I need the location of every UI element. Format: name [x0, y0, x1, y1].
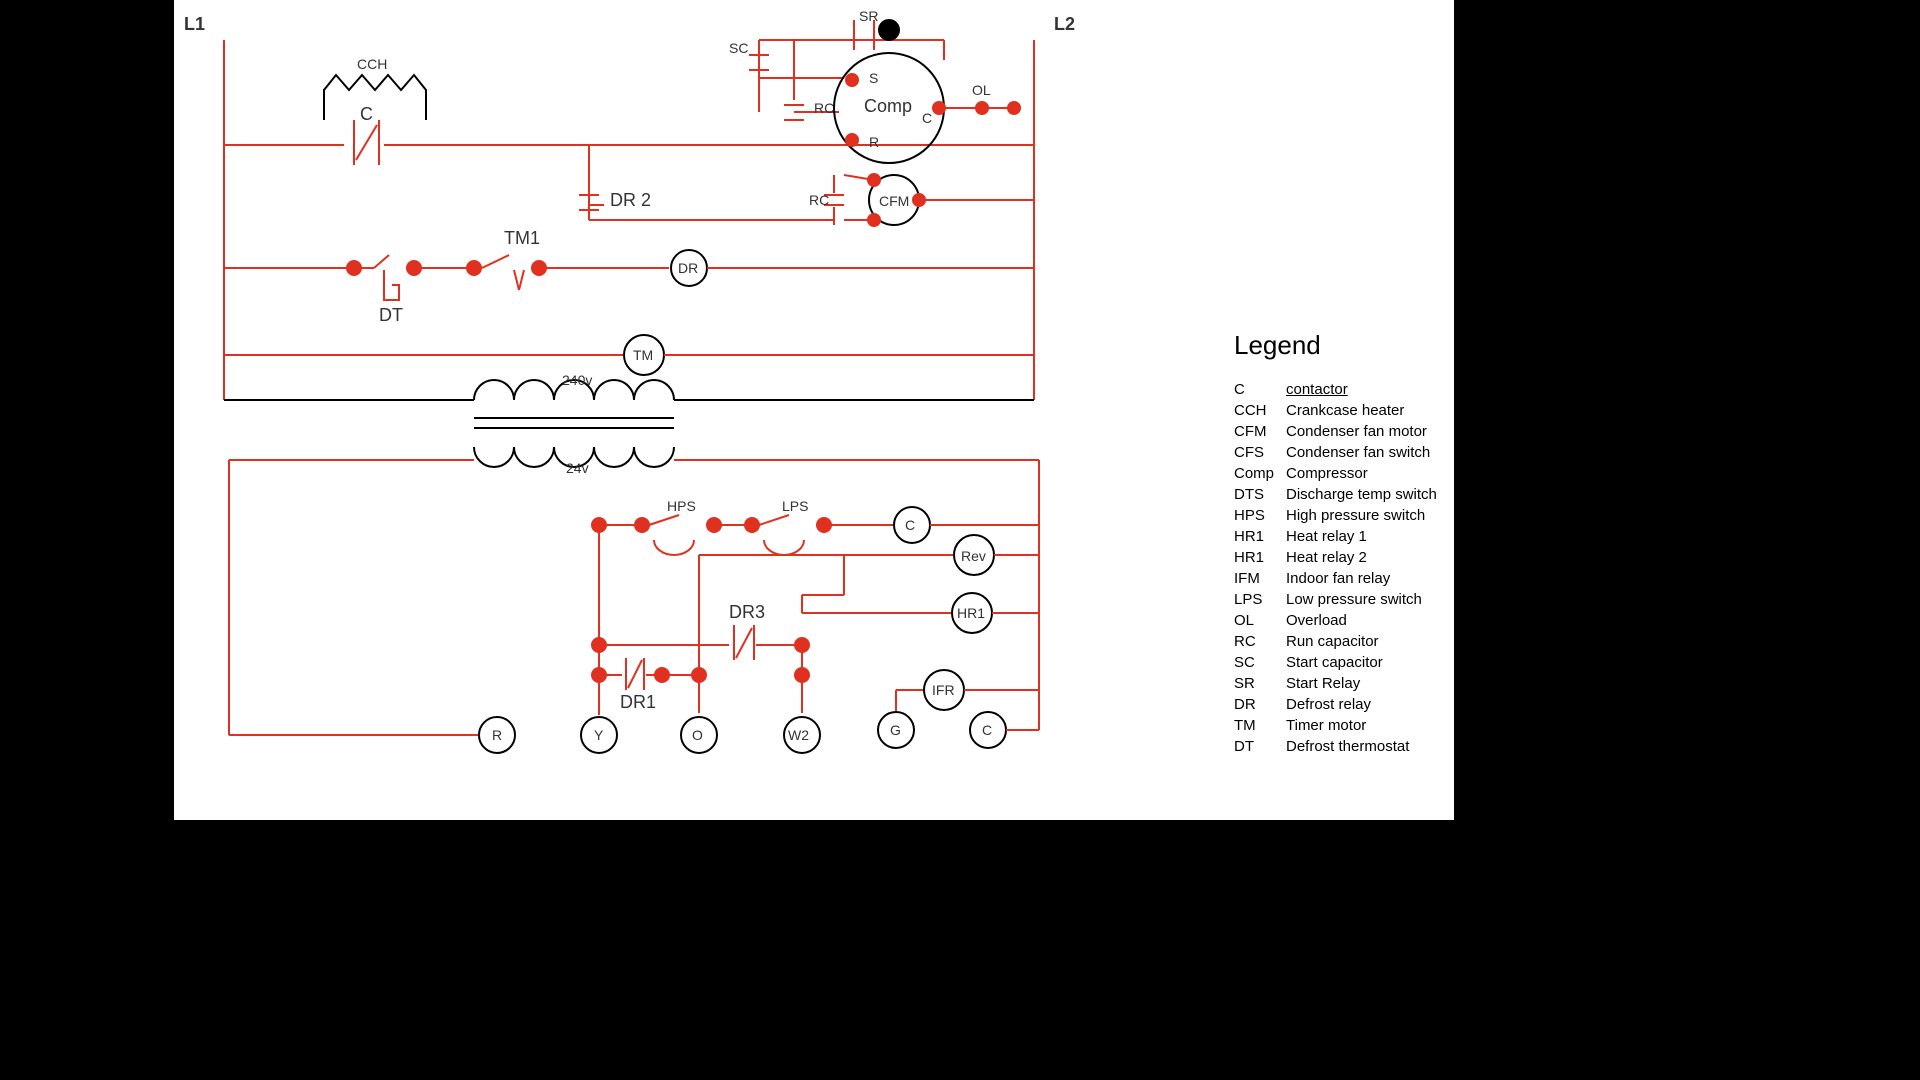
- legend-row: CFSCondenser fan switch: [1234, 444, 1444, 461]
- label-ifr: IFR: [932, 682, 955, 698]
- legend-row: Ccontactor: [1234, 381, 1444, 398]
- legend-row: DTSDischarge temp switch: [1234, 486, 1444, 503]
- legend-row: SCStart capacitor: [1234, 654, 1444, 671]
- legend-row: RCRun capacitor: [1234, 633, 1444, 650]
- label-hps: HPS: [667, 498, 696, 514]
- legend-row: CompCompressor: [1234, 465, 1444, 482]
- legend-row: DRDefrost relay: [1234, 696, 1444, 713]
- label-tm-coil: TM: [633, 347, 653, 363]
- label-comp-c: C: [922, 110, 932, 126]
- label-comp: Comp: [864, 96, 912, 117]
- label-c-contact: C: [360, 104, 373, 125]
- label-sr: SR: [859, 8, 878, 24]
- legend-row: IFMIndoor fan relay: [1234, 570, 1444, 587]
- label-cch: CCH: [357, 56, 387, 72]
- legend-row: TMTimer motor: [1234, 717, 1444, 734]
- legend-panel: Legend Ccontactor CCHCrankcase heater CFMC…: [1234, 330, 1444, 759]
- label-c-coil: C: [905, 517, 915, 533]
- label-rc2: RC: [809, 192, 829, 208]
- label-sc: SC: [729, 40, 748, 56]
- terminal-g: G: [890, 722, 901, 738]
- label-cfm: CFM: [879, 193, 909, 209]
- terminal-r: R: [492, 727, 502, 743]
- label-dr1: DR1: [620, 692, 656, 713]
- label-rev: Rev: [961, 548, 986, 564]
- schematic-svg: [174, 0, 1234, 820]
- label-comp-r: R: [869, 134, 879, 150]
- terminal-o: O: [692, 727, 703, 743]
- legend-row: DTDefrost thermostat: [1234, 738, 1444, 755]
- label-dt: DT: [379, 305, 403, 326]
- label-rc: RC: [814, 100, 834, 116]
- legend-row: OLOverload: [1234, 612, 1444, 629]
- terminal-y: Y: [594, 727, 603, 743]
- label-dr3: DR3: [729, 602, 765, 623]
- legend-row: CCHCrankcase heater: [1234, 402, 1444, 419]
- terminal-w2: W2: [788, 727, 809, 743]
- terminal-c: C: [982, 722, 992, 738]
- label-comp-s: S: [869, 70, 878, 86]
- legend-row: LPSLow pressure switch: [1234, 591, 1444, 608]
- diagram-stage: L1 L2: [174, 0, 1454, 820]
- label-dr2: DR 2: [610, 190, 651, 211]
- legend-title: Legend: [1234, 330, 1444, 361]
- legend-row: HR1Heat relay 1: [1234, 528, 1444, 545]
- label-240v: 240v: [562, 372, 592, 388]
- label-dr-coil: DR: [678, 260, 698, 276]
- label-tm1: TM1: [504, 228, 540, 249]
- label-lps: LPS: [782, 498, 808, 514]
- legend-row: HR1Heat relay 2: [1234, 549, 1444, 566]
- legend-row: CFMCondenser fan motor: [1234, 423, 1444, 440]
- legend-row: HPSHigh pressure switch: [1234, 507, 1444, 524]
- label-ol: OL: [972, 82, 991, 98]
- legend-row: SRStart Relay: [1234, 675, 1444, 692]
- label-24v: 24v: [566, 460, 589, 476]
- label-hr1: HR1: [957, 605, 985, 621]
